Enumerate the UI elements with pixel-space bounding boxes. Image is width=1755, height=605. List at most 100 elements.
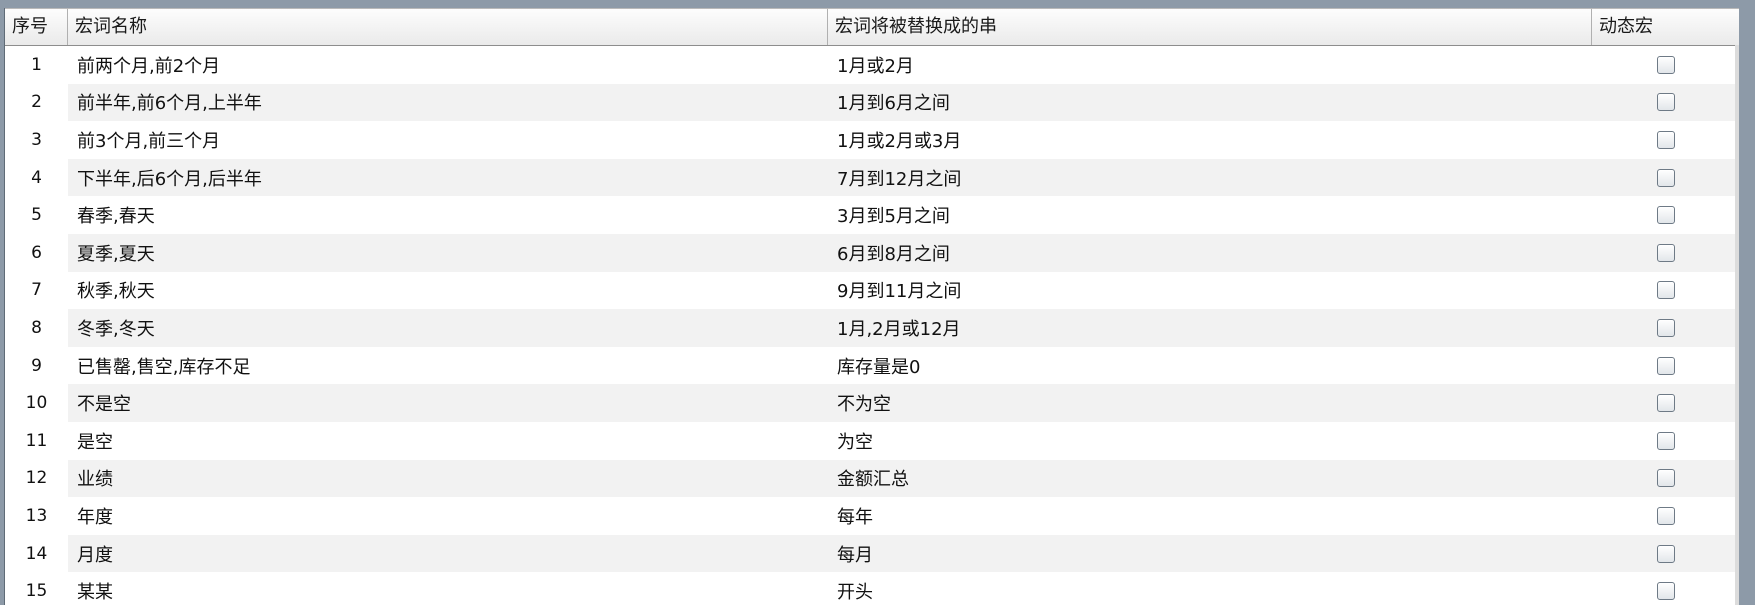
dynamic-macro-cell <box>1592 459 1739 498</box>
macro-replacement-cell[interactable]: 3月到5月之间 <box>828 196 1592 234</box>
table-row[interactable]: 6 夏季,夏天 6月到8月之间 <box>5 233 1739 272</box>
table-row[interactable]: 14 月度 每月 <box>5 534 1739 573</box>
dynamic-macro-cell <box>1592 83 1739 122</box>
macro-replacement-cell[interactable]: 每年 <box>828 497 1592 535</box>
row-index: 10 <box>25 393 48 414</box>
row-index: 1 <box>31 54 42 75</box>
macro-name-cell[interactable]: 春季,春天 <box>68 196 828 234</box>
macro-replacement-cell[interactable]: 不为空 <box>828 384 1592 422</box>
dynamic-macro-cell <box>1592 158 1739 197</box>
macro-table-panel: 序号 宏词名称 宏词将被替换成的串 动态宏 1 前两个月,前2个月 1月或2月 2 前半… <box>4 8 1739 605</box>
macro-name-cell[interactable]: 年度 <box>68 497 828 535</box>
dynamic-macro-checkbox[interactable] <box>1656 582 1675 601</box>
table-row[interactable]: 2 前半年,前6个月,上半年 1月到6月之间 <box>5 83 1739 122</box>
macro-name-cell[interactable]: 冬季,冬天 <box>68 309 828 347</box>
dynamic-macro-checkbox[interactable] <box>1656 243 1675 262</box>
macro-replacement-cell[interactable]: 金额汇总 <box>828 459 1592 498</box>
dynamic-macro-checkbox[interactable] <box>1656 93 1675 112</box>
column-header-name[interactable]: 宏词名称 <box>68 9 828 45</box>
table-row[interactable]: 3 前3个月,前三个月 1月或2月或3月 <box>5 121 1739 159</box>
macro-name-cell[interactable]: 是空 <box>68 422 828 460</box>
macro-name-cell[interactable]: 不是空 <box>68 384 828 422</box>
table-row[interactable]: 8 冬季,冬天 1月,2月或12月 <box>5 309 1739 347</box>
table-row[interactable]: 15 某某 开头 <box>5 572 1739 605</box>
column-header-index[interactable]: 序号 <box>5 9 68 45</box>
macro-replacement-cell[interactable]: 6月到8月之间 <box>828 233 1592 272</box>
macro-name-cell[interactable]: 业绩 <box>68 459 828 498</box>
macro-replacement-cell[interactable]: 7月到12月之间 <box>828 158 1592 197</box>
table-header: 序号 宏词名称 宏词将被替换成的串 动态宏 <box>5 8 1739 46</box>
dynamic-macro-checkbox[interactable] <box>1656 55 1675 74</box>
macro-replacement-cell[interactable]: 每月 <box>828 534 1592 573</box>
macro-replacement-cell[interactable]: 为空 <box>828 422 1592 460</box>
macro-replacement-cell[interactable]: 9月到11月之间 <box>828 272 1592 310</box>
dynamic-macro-cell <box>1592 534 1739 573</box>
row-index: 4 <box>31 167 42 188</box>
dynamic-macro-cell <box>1592 121 1739 159</box>
table-row[interactable]: 1 前两个月,前2个月 1月或2月 <box>5 46 1739 84</box>
dynamic-macro-cell <box>1592 497 1739 535</box>
macro-name-cell[interactable]: 秋季,秋天 <box>68 272 828 310</box>
row-index: 2 <box>31 92 42 113</box>
dynamic-macro-cell <box>1592 572 1739 605</box>
table-row[interactable]: 5 春季,春天 3月到5月之间 <box>5 196 1739 234</box>
row-index: 7 <box>31 280 42 301</box>
row-index: 11 <box>25 430 48 451</box>
column-header-dynamic[interactable]: 动态宏 <box>1592 9 1739 45</box>
dynamic-macro-cell <box>1592 272 1739 310</box>
row-index: 14 <box>25 543 48 564</box>
window-frame: 序号 宏词名称 宏词将被替换成的串 动态宏 1 前两个月,前2个月 1月或2月 2 前半… <box>0 0 1755 605</box>
macro-replacement-cell[interactable]: 开头 <box>828 572 1592 605</box>
row-index: 3 <box>31 129 42 150</box>
row-index: 5 <box>31 205 42 226</box>
row-index: 15 <box>25 581 48 602</box>
dynamic-macro-checkbox[interactable] <box>1656 469 1675 488</box>
column-header-replacement[interactable]: 宏词将被替换成的串 <box>828 9 1592 45</box>
macro-name-cell[interactable]: 前3个月,前三个月 <box>68 121 828 159</box>
macro-replacement-cell[interactable]: 1月或2月或3月 <box>828 121 1592 159</box>
row-index: 12 <box>25 468 48 489</box>
macro-replacement-cell[interactable]: 1月或2月 <box>828 46 1592 84</box>
macro-name-cell[interactable]: 已售罄,售空,库存不足 <box>68 347 828 385</box>
macro-name-cell[interactable]: 月度 <box>68 534 828 573</box>
dynamic-macro-cell <box>1592 309 1739 347</box>
dynamic-macro-cell <box>1592 347 1739 385</box>
macro-name-cell[interactable]: 前半年,前6个月,上半年 <box>68 83 828 122</box>
dynamic-macro-checkbox[interactable] <box>1656 281 1675 300</box>
table-body: 1 前两个月,前2个月 1月或2月 2 前半年,前6个月,上半年 1月到6月之间 3 前3个月… <box>5 46 1739 605</box>
dynamic-macro-cell <box>1592 196 1739 234</box>
table-row[interactable]: 13 年度 每年 <box>5 497 1739 535</box>
dynamic-macro-checkbox[interactable] <box>1656 130 1675 149</box>
macro-replacement-cell[interactable]: 库存量是0 <box>828 347 1592 385</box>
macro-name-cell[interactable]: 夏季,夏天 <box>68 233 828 272</box>
vertical-scrollbar[interactable] <box>1735 45 1739 605</box>
dynamic-macro-checkbox[interactable] <box>1656 544 1675 563</box>
table-row[interactable]: 11 是空 为空 <box>5 422 1739 460</box>
row-index: 8 <box>31 317 42 338</box>
macro-replacement-cell[interactable]: 1月,2月或12月 <box>828 309 1592 347</box>
dynamic-macro-checkbox[interactable] <box>1656 394 1675 413</box>
dynamic-macro-cell <box>1592 46 1739 84</box>
dynamic-macro-checkbox[interactable] <box>1656 431 1675 450</box>
table-row[interactable]: 9 已售罄,售空,库存不足 库存量是0 <box>5 347 1739 385</box>
dynamic-macro-cell <box>1592 384 1739 422</box>
dynamic-macro-checkbox[interactable] <box>1656 356 1675 375</box>
dynamic-macro-checkbox[interactable] <box>1656 506 1675 525</box>
table-row[interactable]: 10 不是空 不为空 <box>5 384 1739 422</box>
dynamic-macro-checkbox[interactable] <box>1656 318 1675 337</box>
row-index: 13 <box>25 505 48 526</box>
macro-table: 序号 宏词名称 宏词将被替换成的串 动态宏 1 前两个月,前2个月 1月或2月 2 前半… <box>5 8 1739 605</box>
dynamic-macro-checkbox[interactable] <box>1656 168 1675 187</box>
macro-name-cell[interactable]: 前两个月,前2个月 <box>68 46 828 84</box>
dynamic-macro-cell <box>1592 422 1739 460</box>
row-index: 9 <box>31 355 42 376</box>
dynamic-macro-cell <box>1592 233 1739 272</box>
macro-replacement-cell[interactable]: 1月到6月之间 <box>828 83 1592 122</box>
macro-name-cell[interactable]: 某某 <box>68 572 828 605</box>
macro-name-cell[interactable]: 下半年,后6个月,后半年 <box>68 158 828 197</box>
table-row[interactable]: 4 下半年,后6个月,后半年 7月到12月之间 <box>5 158 1739 197</box>
dynamic-macro-checkbox[interactable] <box>1656 206 1675 225</box>
row-index: 6 <box>31 242 42 263</box>
table-row[interactable]: 12 业绩 金额汇总 <box>5 459 1739 498</box>
table-row[interactable]: 7 秋季,秋天 9月到11月之间 <box>5 272 1739 310</box>
